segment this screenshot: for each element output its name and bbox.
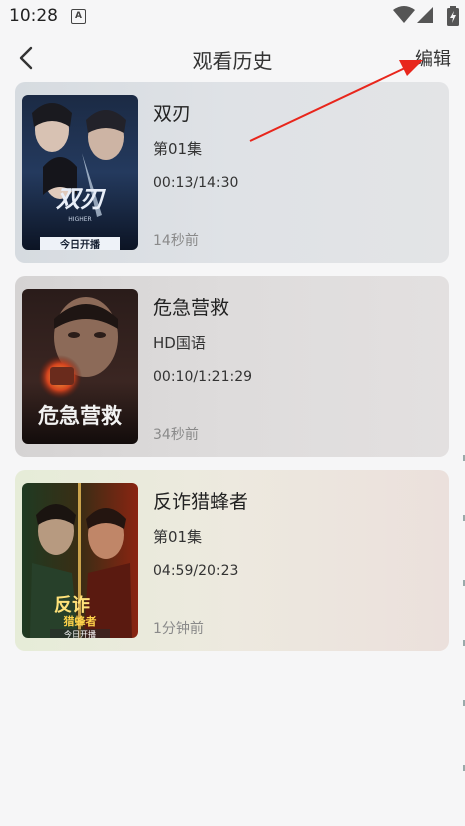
item-title: 双刃 — [153, 103, 192, 125]
item-title: 反诈猎蜂者 — [153, 491, 249, 513]
poster-image[interactable]: 反诈 猎蜂者 今日开播 — [22, 483, 138, 638]
poster-title-text: 双刃 — [56, 185, 107, 213]
notification-icon: A — [71, 9, 86, 24]
poster-title-text: 危急营救 — [38, 404, 122, 428]
wifi-icon — [393, 6, 415, 23]
poster-subtitle-text: HIGHER — [68, 216, 91, 223]
history-item[interactable]: 反诈 猎蜂者 今日开播 反诈猎蜂者 第01集 04:59/20:23 1分钟前 — [15, 470, 449, 651]
poster-subtitle-text: 猎蜂者 — [64, 614, 97, 628]
signal-icon — [417, 7, 433, 23]
history-item[interactable]: 危急营救 危急营救 HD国语 00:10/1:21:29 34秒前 — [15, 276, 449, 457]
item-progress: 04:59/20:23 — [153, 563, 239, 579]
poster-image[interactable]: 危急营救 — [22, 289, 138, 444]
item-title: 危急营救 — [153, 297, 230, 319]
item-watched-ago: 14秒前 — [153, 233, 199, 249]
poster-title-text: 反诈 — [54, 595, 90, 616]
history-item[interactable]: 双刃 HIGHER 今日开播 双刃 第01集 00:13/14:30 14秒前 — [15, 82, 449, 263]
edit-button[interactable]: 编辑 — [415, 45, 451, 71]
poster-banner-text: 今日开播 — [64, 629, 96, 638]
item-progress: 00:13/14:30 — [153, 175, 239, 191]
poster-banner-text: 今日开播 — [59, 238, 101, 250]
item-episode: 第01集 — [153, 528, 203, 546]
item-progress: 00:10/1:21:29 — [153, 369, 253, 385]
history-list: 双刃 HIGHER 今日开播 双刃 第01集 00:13/14:30 14秒前 — [15, 82, 449, 664]
item-watched-ago: 1分钟前 — [153, 621, 204, 637]
app-header: 观看历史 编辑 — [0, 38, 465, 78]
poster-image[interactable]: 双刃 HIGHER 今日开播 — [22, 95, 138, 250]
status-bar: 10:28 A — [0, 0, 465, 32]
battery-icon — [447, 6, 459, 26]
page-title: 观看历史 — [192, 49, 273, 73]
item-watched-ago: 34秒前 — [153, 427, 199, 443]
item-episode: 第01集 — [153, 140, 203, 158]
status-time: 10:28 — [9, 6, 58, 26]
item-episode: HD国语 — [153, 334, 206, 352]
